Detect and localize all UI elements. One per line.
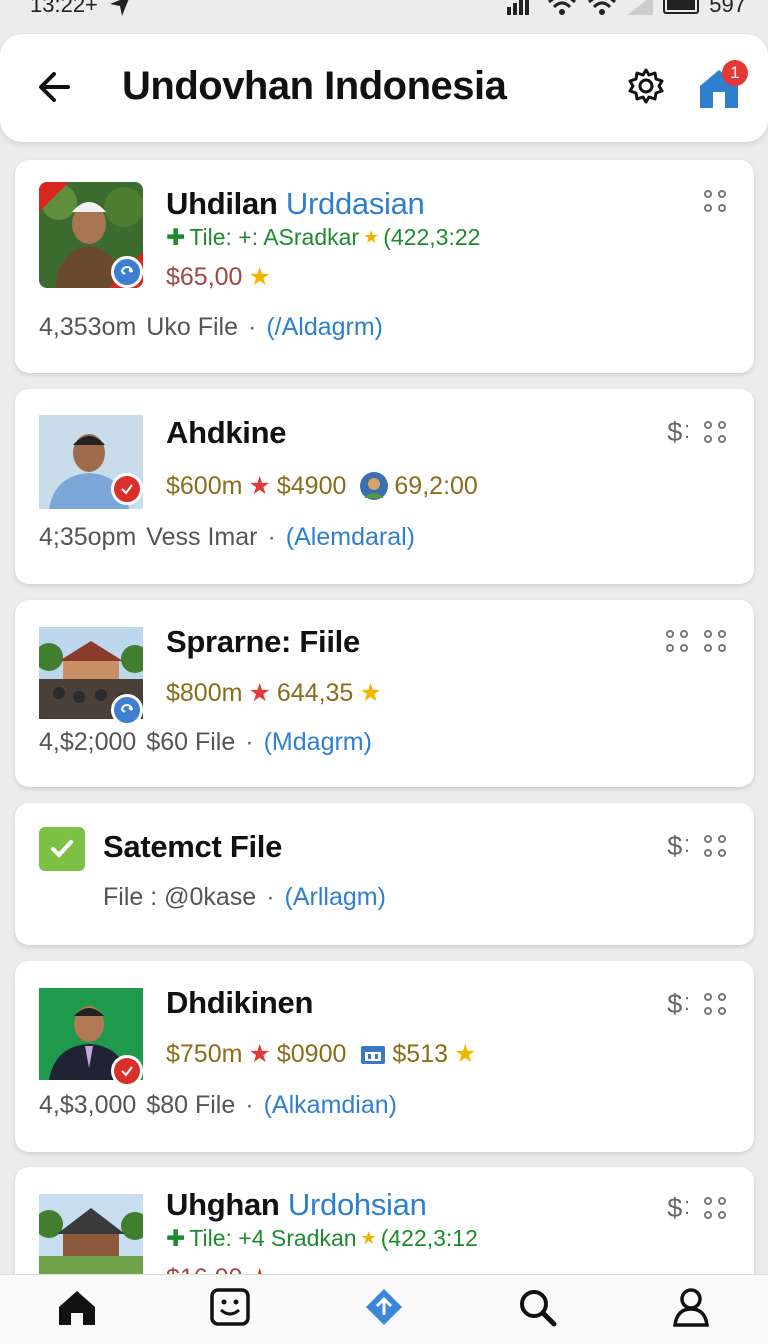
- home-icon: [58, 1291, 95, 1325]
- more-dots-icon[interactable]: [704, 1196, 728, 1221]
- signal-weak-icon: [627, 0, 654, 15]
- avatar: [39, 620, 143, 726]
- checkbox[interactable]: [39, 827, 85, 871]
- list-item[interactable]: Dhdikinen $750m ★ $0900 $513 ★ 4,$3,000 …: [15, 961, 754, 1152]
- more-dots-icon[interactable]: [666, 630, 690, 654]
- nav-home[interactable]: [27, 1275, 127, 1344]
- nav-upload[interactable]: [334, 1275, 434, 1344]
- back-button[interactable]: [34, 66, 76, 108]
- card-link[interactable]: (Alemdaral): [286, 523, 415, 552]
- star-icon: ★: [360, 1228, 377, 1248]
- card-title: Ahdkine: [166, 415, 287, 450]
- list-item[interactable]: Uhdilan Urddasian ✚ Tile: +: ASradkar ★ …: [15, 160, 754, 373]
- price-button[interactable]: $ ⁚: [667, 989, 690, 1020]
- star-icon: ★: [363, 227, 380, 247]
- settings-button[interactable]: [626, 66, 666, 106]
- card-price: $750m ★ $0900 $513 ★: [166, 1039, 477, 1069]
- more-dots-icon[interactable]: [704, 630, 728, 654]
- gear-icon: [628, 68, 664, 104]
- user-icon: [673, 1288, 710, 1327]
- card-price: $600m ★ $4900 69,2:00: [166, 471, 478, 500]
- bottom-navigation: [0, 1274, 768, 1344]
- card-price: $800m ★ 644,35 ★: [166, 678, 382, 708]
- avatar: [39, 182, 143, 288]
- plus-icon: ✚: [166, 1225, 186, 1251]
- star-icon: ★: [248, 263, 271, 291]
- person-avatar-icon: [360, 472, 389, 500]
- card-footer: 4,353om Uko File · (/Aldagrm): [39, 313, 383, 342]
- star-icon: ★: [248, 679, 271, 707]
- card-footer: 4,$2;000 $60 File · (Mdagrm): [39, 728, 372, 757]
- card-actions: $ ⁚: [667, 831, 728, 862]
- smiley-message-icon: [210, 1288, 251, 1326]
- calendar-icon: [361, 1046, 386, 1064]
- card-title: Satemct File: [103, 829, 283, 864]
- location-icon: [109, 0, 129, 16]
- more-dots-icon[interactable]: [704, 834, 728, 859]
- card-title: Sprarne: Fiile: [166, 624, 360, 659]
- check-badge-icon: [111, 473, 143, 505]
- wifi-icon-2: [588, 0, 617, 15]
- nav-messages[interactable]: [180, 1275, 280, 1344]
- list-item[interactable]: Satemct File File : @0kase · (Arllagm) $…: [15, 803, 754, 945]
- check-badge-icon: [111, 1055, 143, 1087]
- search-icon: [519, 1290, 557, 1327]
- star-icon: ★: [359, 679, 382, 707]
- upload-diamond-icon: [365, 1289, 402, 1325]
- card-link[interactable]: (/Aldagrm): [266, 313, 383, 342]
- home-notifications-button[interactable]: 1: [696, 60, 748, 112]
- avatar: [39, 981, 143, 1087]
- card-actions: [704, 190, 728, 214]
- plus-icon: ✚: [166, 224, 186, 250]
- status-time: 13:22+: [30, 0, 98, 17]
- notification-badge: 1: [722, 60, 748, 86]
- card-link[interactable]: (Alkamdian): [264, 1091, 397, 1120]
- list-item[interactable]: Ahdkine $600m ★ $4900 69,2:00 4;35opm Ve…: [15, 389, 754, 584]
- star-icon: ★: [248, 1040, 271, 1068]
- card-footer: 4;35opm Vess Imar · (Alemdaral): [39, 523, 415, 552]
- sync-badge-icon: [111, 694, 143, 726]
- battery-icon: [663, 0, 700, 14]
- card-meta: ✚ Tile: +4 Sradkan ★ (422,3:12: [166, 1225, 478, 1251]
- signal-icon: [507, 0, 530, 15]
- star-icon: ★: [248, 472, 271, 500]
- more-dots-icon[interactable]: [704, 420, 728, 445]
- checkmark-icon: [51, 840, 73, 858]
- list-item[interactable]: Sprarne: Fiile $800m ★ 644,35 ★ 4,$2;000…: [15, 600, 754, 787]
- battery-level: 597: [709, 0, 746, 17]
- card-title: Dhdikinen: [166, 985, 314, 1020]
- star-icon: ★: [454, 1040, 477, 1068]
- card-actions: [666, 630, 728, 654]
- card-footer: File : @0kase · (Arllagm): [103, 883, 386, 912]
- arrow-left-icon: [39, 72, 70, 102]
- more-dots-icon[interactable]: [704, 992, 728, 1017]
- sync-badge-icon: [111, 256, 143, 288]
- price-button[interactable]: $ ⁚: [667, 1193, 690, 1224]
- price-button[interactable]: $ ⁚: [667, 831, 690, 862]
- more-dots-icon[interactable]: [704, 190, 728, 214]
- app-bar: Undovhan Indonesia 1: [0, 34, 768, 142]
- card-actions: $ ⁚: [667, 417, 728, 448]
- price-button[interactable]: $ ⁚: [667, 417, 690, 448]
- page-title: Undovhan Indonesia: [122, 64, 507, 108]
- card-meta: ✚ Tile: +: ASradkar ★ (422,3:22: [166, 224, 481, 250]
- card-actions: $ ⁚: [667, 1193, 728, 1224]
- nav-search[interactable]: [488, 1275, 588, 1344]
- card-title: Uhghan Urdohsian: [166, 1187, 427, 1222]
- card-link[interactable]: (Arllagm): [285, 883, 386, 912]
- card-price: $65,00 ★: [166, 262, 271, 292]
- avatar: [39, 409, 143, 515]
- card-link[interactable]: (Mdagrm): [264, 728, 372, 757]
- card-footer: 4,$3,000 $80 File · (Alkamdian): [39, 1091, 397, 1120]
- nav-profile[interactable]: [641, 1275, 741, 1344]
- wifi-icon: [548, 0, 577, 15]
- card-actions: $ ⁚: [667, 989, 728, 1020]
- status-bar: 13:22+ 597: [0, 0, 768, 22]
- card-title: Uhdilan Urddasian: [166, 186, 425, 221]
